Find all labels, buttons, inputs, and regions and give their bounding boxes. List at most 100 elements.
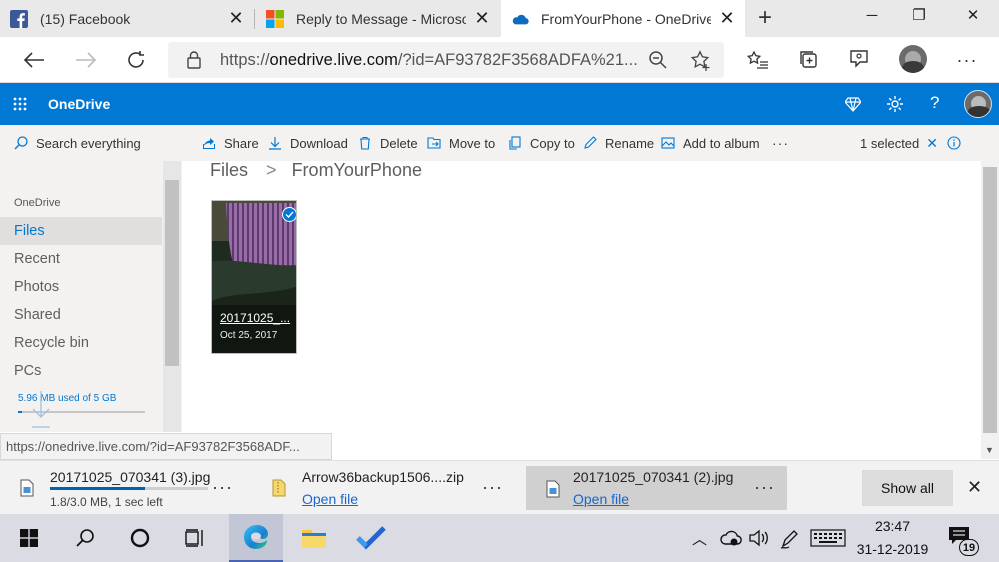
start-button[interactable] — [4, 514, 54, 562]
zoom-search-icon[interactable] — [648, 50, 668, 70]
url-path: /?id=AF93782F3568ADFA%21... — [397, 51, 638, 69]
action-center-button[interactable]: 19 — [946, 524, 980, 558]
download-progress-bar — [50, 487, 208, 490]
scrollbar-thumb[interactable] — [165, 180, 179, 366]
breadcrumb-root[interactable]: Files — [210, 160, 248, 180]
tab-reply-to-message[interactable]: Reply to Message - Microso ✕ — [256, 0, 500, 37]
tab-facebook[interactable]: (15) Facebook ✕ — [0, 0, 254, 37]
microsoft-icon — [266, 9, 284, 28]
task-view-button[interactable] — [170, 514, 220, 562]
new-tab-button[interactable]: + — [752, 4, 778, 32]
taskbar-file-explorer-app[interactable] — [289, 514, 339, 562]
close-tab-icon[interactable]: ✕ — [228, 8, 244, 29]
details-pane-button[interactable] — [947, 125, 961, 161]
close-tab-icon[interactable]: ✕ — [719, 8, 735, 29]
download-progress-fill — [50, 487, 145, 490]
browser-menu-button[interactable]: ··· — [951, 45, 983, 75]
download-more-icon[interactable]: ··· — [212, 477, 233, 498]
close-tab-icon[interactable]: ✕ — [474, 8, 490, 29]
collections-button[interactable] — [793, 45, 825, 75]
rename-button[interactable]: Rename — [583, 125, 654, 161]
maximize-button[interactable]: ❐ — [896, 0, 942, 30]
download-more-icon[interactable]: ··· — [754, 477, 775, 498]
scrollbar-thumb[interactable] — [983, 167, 997, 433]
refresh-button[interactable] — [120, 45, 152, 75]
share-button[interactable]: Share — [202, 125, 259, 161]
show-hidden-icons-chevron-icon[interactable]: ︿ — [692, 528, 707, 549]
url-scheme: https:// — [220, 51, 270, 69]
share-label: Share — [224, 135, 259, 151]
clock-date[interactable]: 31-12-2019 — [850, 541, 935, 557]
clock-time[interactable]: 23:47 — [855, 518, 930, 534]
sidebar-item-photos[interactable]: Photos — [0, 273, 162, 301]
download-item[interactable]: 20171025_070341 (3).jpg 1.8/3.0 MB, 1 se… — [0, 461, 250, 515]
delete-label: Delete — [380, 135, 418, 151]
sidebar-scrollbar[interactable] — [163, 161, 181, 432]
touch-keyboard-icon[interactable] — [810, 529, 846, 547]
taskbar-todo-app[interactable] — [346, 514, 396, 562]
app-name[interactable]: OneDrive — [48, 96, 110, 112]
clear-selection-icon[interactable]: ✕ — [926, 135, 938, 152]
help-icon[interactable]: ? — [930, 93, 939, 113]
favorites-list-button[interactable] — [742, 45, 774, 75]
back-button[interactable] — [18, 45, 50, 75]
sidebar-item-files[interactable]: Files — [0, 217, 162, 245]
download-more-icon[interactable]: ··· — [482, 477, 503, 498]
info-icon — [947, 136, 961, 150]
copy-to-button[interactable]: Copy to — [508, 125, 575, 161]
delete-button[interactable]: Delete — [358, 125, 418, 161]
add-to-album-button[interactable]: Add to album — [661, 125, 760, 161]
collections-icon — [800, 51, 817, 68]
show-all-downloads-button[interactable]: Show all — [862, 470, 953, 506]
nav-section-label: OneDrive — [14, 197, 61, 209]
taskbar-edge-app[interactable] — [229, 514, 283, 562]
selection-count: 1 selected ✕ — [860, 125, 938, 161]
close-window-button[interactable]: ✕ — [950, 0, 996, 30]
waffle-icon[interactable] — [13, 97, 27, 111]
file-name[interactable]: 20171025_... — [220, 311, 295, 325]
taskbar-search-button[interactable] — [60, 514, 110, 562]
search-box[interactable]: Search everything — [0, 125, 182, 161]
sidebar-item-recycle-bin[interactable]: Recycle bin — [0, 329, 162, 357]
back-arrow-icon — [23, 52, 44, 68]
feedback-button[interactable] — [843, 45, 875, 75]
move-to-button[interactable]: Move to — [427, 125, 495, 161]
open-file-link[interactable]: Open file — [573, 491, 629, 507]
download-item[interactable]: Arrow36backup1506....zip Open file ··· — [252, 461, 522, 515]
close-download-bar-icon[interactable]: ✕ — [967, 477, 982, 498]
download-item[interactable]: 20171025_070341 (2).jpg Open file ··· — [526, 466, 787, 510]
settings-icon[interactable] — [886, 95, 904, 113]
more-horizontal-icon: ··· — [772, 135, 789, 151]
download-label: Download — [290, 135, 348, 151]
more-horizontal-icon: ··· — [956, 49, 978, 70]
forward-button[interactable] — [70, 45, 102, 75]
open-file-link[interactable]: Open file — [302, 491, 358, 507]
tab-title: Reply to Message - Microso — [296, 10, 466, 27]
download-bar: 20171025_070341 (3).jpg 1.8/3.0 MB, 1 se… — [0, 460, 999, 514]
file-tile[interactable]: 20171025_... Oct 25, 2017 — [211, 200, 297, 354]
add-favorite-star-icon[interactable] — [690, 50, 712, 72]
avatar[interactable] — [964, 90, 992, 118]
lock-icon[interactable] — [186, 50, 202, 70]
sidebar-item-pcs[interactable]: PCs — [0, 357, 162, 385]
minimize-button[interactable]: ─ — [849, 0, 895, 30]
scroll-down-arrow-icon[interactable]: ▼ — [985, 445, 994, 455]
selected-check-icon[interactable] — [282, 207, 296, 222]
sidebar-item-recent[interactable]: Recent — [0, 245, 162, 273]
download-button[interactable]: Download — [268, 125, 348, 161]
pen-workspace-icon[interactable] — [779, 528, 801, 550]
cortana-button[interactable] — [115, 514, 165, 562]
sidebar-item-label: Recent — [14, 251, 60, 267]
volume-icon[interactable] — [748, 529, 770, 547]
move-to-label: Move to — [449, 135, 496, 151]
content-scrollbar[interactable]: ▼ — [981, 161, 999, 459]
cloud-sync-icon[interactable] — [720, 529, 742, 547]
tab-onedrive[interactable]: FromYourPhone - OneDrive ✕ — [501, 0, 745, 37]
more-commands-button[interactable]: ··· — [772, 125, 789, 161]
cortana-circle-icon — [130, 528, 150, 548]
premium-diamond-icon[interactable] — [845, 96, 861, 112]
sidebar-item-shared[interactable]: Shared — [0, 301, 162, 329]
browser-profile-avatar[interactable] — [899, 45, 927, 73]
address-bar[interactable]: https://onedrive.live.com/?id=AF93782F35… — [168, 42, 724, 78]
add-to-album-label: Add to album — [683, 135, 760, 151]
